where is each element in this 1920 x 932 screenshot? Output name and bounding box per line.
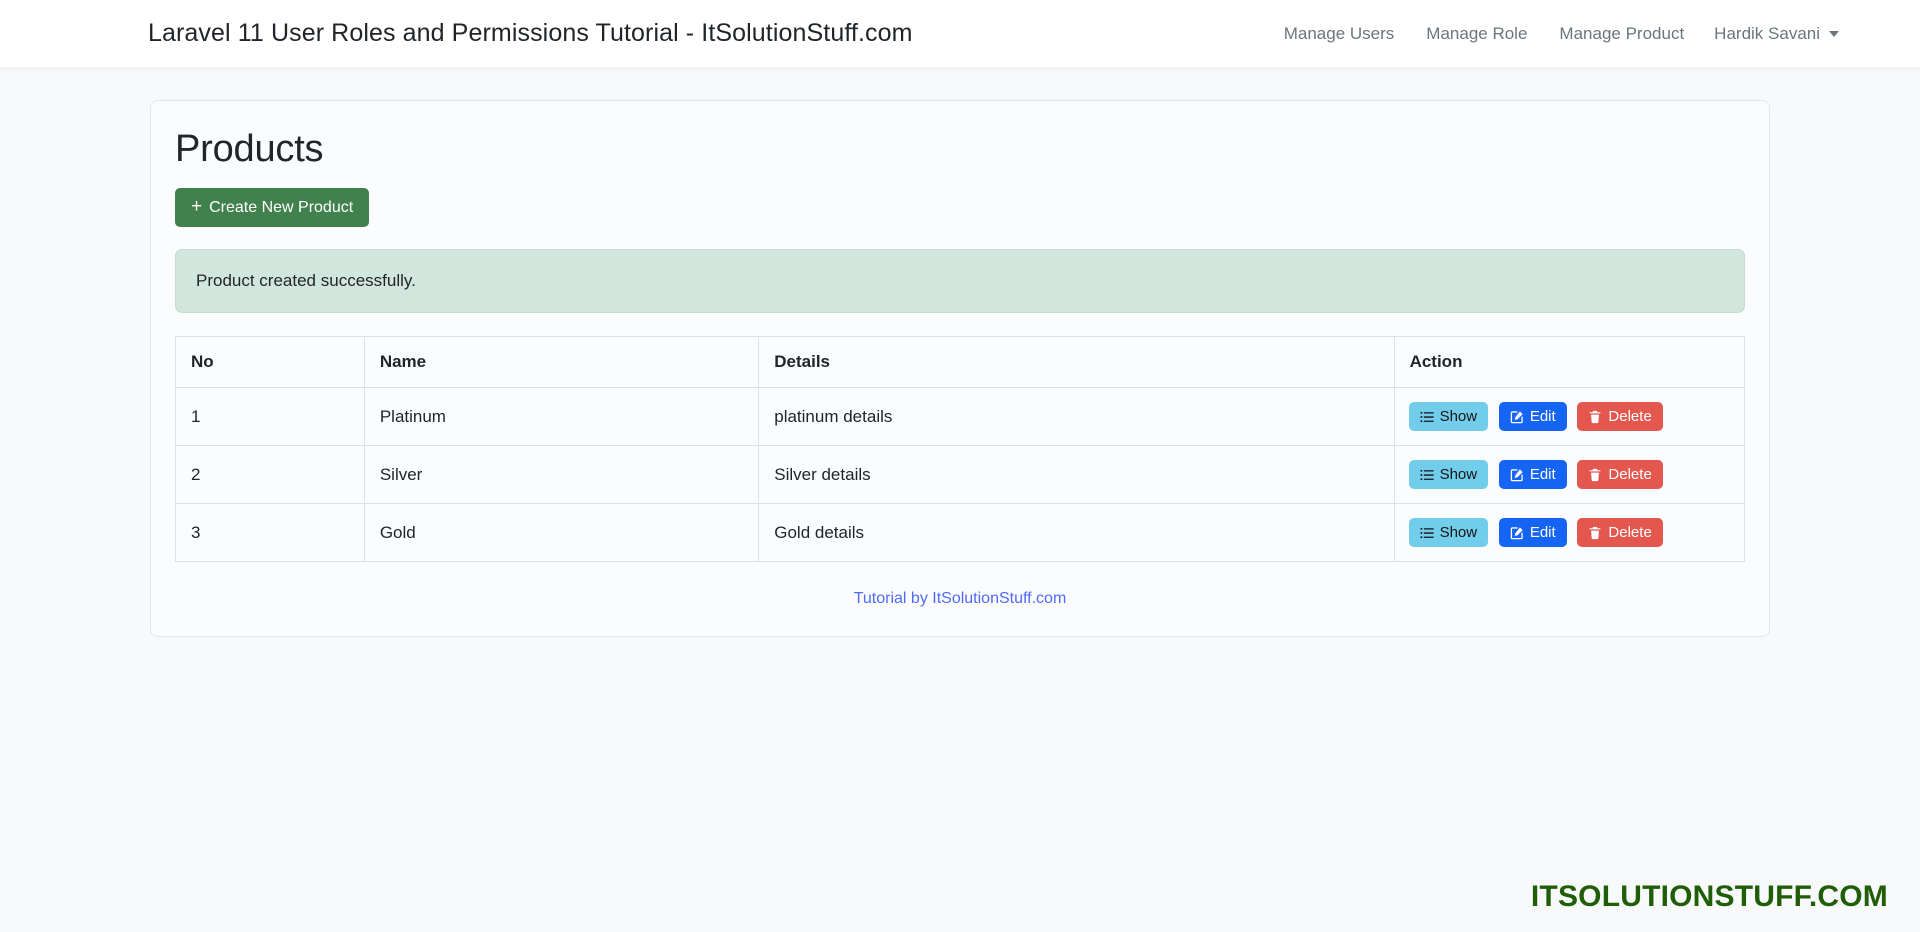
success-alert-message: Product created successfully. (196, 271, 416, 290)
cell-details: Silver details (758, 445, 1395, 505)
list-icon (1420, 526, 1434, 540)
cell-details: Gold details (758, 503, 1395, 563)
user-menu-dropdown[interactable]: Hardik Savani (1700, 16, 1853, 52)
column-header-details: Details (758, 336, 1395, 389)
create-new-product-button[interactable]: + Create New Product (175, 188, 370, 227)
cell-actions: Show Edit Delete (1393, 445, 1746, 505)
show-button[interactable]: Show (1408, 402, 1489, 432)
pencil-square-icon (1510, 468, 1524, 482)
delete-button-label: Delete (1608, 466, 1652, 484)
navbar-brand[interactable]: Laravel 11 User Roles and Permissions Tu… (148, 19, 913, 48)
show-button[interactable]: Show (1408, 460, 1489, 490)
cell-name: Silver (363, 445, 760, 505)
nav-link-manage-product[interactable]: Manage Product (1543, 16, 1700, 52)
top-navbar: Laravel 11 User Roles and Permissions Tu… (0, 0, 1920, 67)
table-row: 1 Platinum platinum details Show Edit De… (175, 387, 1746, 447)
edit-button-label: Edit (1529, 466, 1556, 484)
list-icon (1420, 410, 1434, 424)
cell-actions: Show Edit Delete (1393, 503, 1746, 563)
products-table-head: No Name Details Action (175, 336, 1746, 389)
success-alert: Product created successfully. (175, 249, 1745, 314)
column-header-name: Name (363, 336, 760, 389)
delete-button[interactable]: Delete (1577, 518, 1663, 548)
nav-link-manage-role[interactable]: Manage Role (1410, 16, 1543, 52)
show-button[interactable]: Show (1408, 518, 1489, 548)
site-watermark: ITSOLUTIONSTUFF.COM (1530, 880, 1888, 913)
cell-name: Platinum (363, 387, 760, 447)
create-new-product-label: Create New Product (209, 198, 354, 216)
page-container: Products + Create New Product Product cr… (150, 67, 1770, 638)
products-table-body: 1 Platinum platinum details Show Edit De… (175, 387, 1746, 563)
table-row: 3 Gold Gold details Show Edit Delete (175, 503, 1746, 563)
delete-button[interactable]: Delete (1577, 460, 1663, 490)
cell-no: 1 (175, 387, 365, 447)
show-button-label: Show (1439, 408, 1478, 426)
pencil-square-icon (1510, 526, 1524, 540)
plus-icon: + (191, 196, 203, 217)
list-icon (1420, 468, 1434, 482)
page-title: Products (175, 128, 324, 170)
edit-button[interactable]: Edit (1498, 518, 1567, 548)
user-menu-label: Hardik Savani (1714, 23, 1820, 43)
trash-icon (1588, 410, 1602, 424)
show-button-label: Show (1439, 524, 1478, 542)
table-header-row: No Name Details Action (175, 336, 1746, 389)
tutorial-link[interactable]: Tutorial by ItSolutionStuff.com (854, 590, 1067, 607)
delete-button-label: Delete (1608, 524, 1652, 542)
column-header-no: No (175, 336, 365, 389)
column-header-action: Action (1393, 336, 1746, 389)
trash-icon (1588, 526, 1602, 540)
cell-name: Gold (363, 503, 760, 563)
navbar-links: Manage Users Manage Role Manage Product … (1268, 16, 1853, 52)
edit-button[interactable]: Edit (1498, 402, 1567, 432)
cell-actions: Show Edit Delete (1393, 387, 1746, 447)
tutorial-link-container: Tutorial by ItSolutionStuff.com (175, 590, 1745, 612)
nav-link-manage-users[interactable]: Manage Users (1268, 16, 1411, 52)
edit-button-label: Edit (1529, 408, 1556, 426)
delete-button-label: Delete (1608, 408, 1652, 426)
delete-button[interactable]: Delete (1577, 402, 1663, 432)
show-button-label: Show (1439, 466, 1478, 484)
edit-button-label: Edit (1529, 524, 1556, 542)
cell-no: 3 (175, 503, 365, 563)
cell-details: platinum details (758, 387, 1395, 447)
products-table: No Name Details Action 1 Platinum platin… (175, 336, 1746, 563)
trash-icon (1588, 468, 1602, 482)
pencil-square-icon (1510, 410, 1524, 424)
table-row: 2 Silver Silver details Show Edit Delete (175, 445, 1746, 505)
products-card: Products + Create New Product Product cr… (150, 100, 1770, 638)
cell-no: 2 (175, 445, 365, 505)
edit-button[interactable]: Edit (1498, 460, 1567, 490)
chevron-down-icon (1829, 30, 1839, 37)
